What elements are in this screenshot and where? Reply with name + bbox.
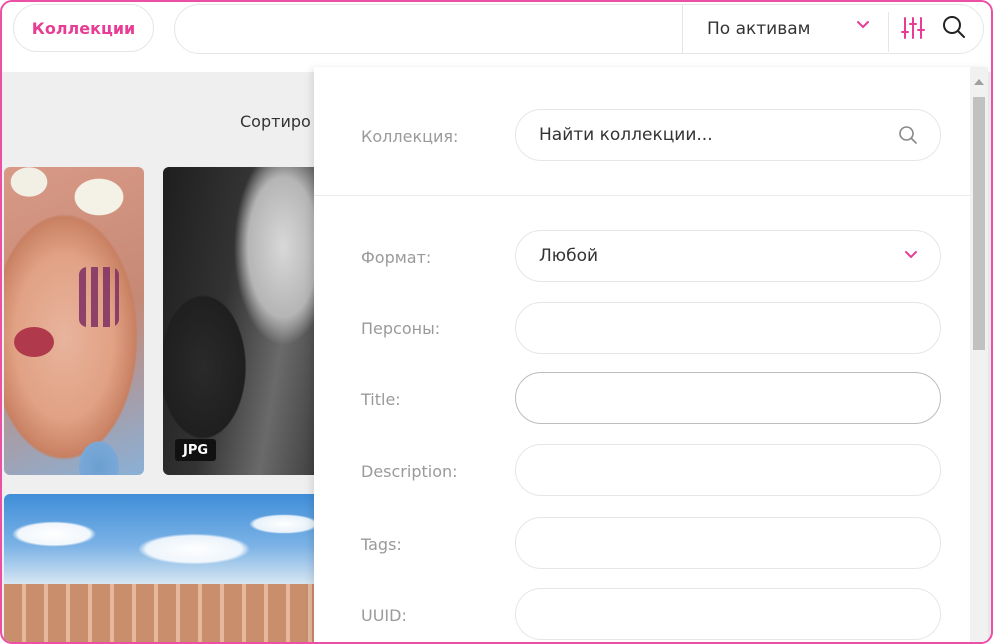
- top-bar: Коллекции По активам: [2, 2, 991, 72]
- persons-field[interactable]: [515, 302, 941, 354]
- scrollbar[interactable]: [970, 67, 988, 642]
- format-select-value: Любой: [539, 246, 599, 266]
- search-icon[interactable]: [942, 15, 966, 39]
- tags-field[interactable]: [515, 517, 941, 569]
- chevron-down-icon: [905, 251, 917, 259]
- app-frame: Коллекции По активам Сортиро JPG Коллекц…: [0, 0, 993, 644]
- asset-card-portrait[interactable]: [4, 167, 144, 475]
- chevron-down-icon: [857, 21, 869, 29]
- format-select[interactable]: Любой: [515, 230, 941, 282]
- filter-sliders-icon[interactable]: [901, 16, 927, 40]
- image-detail: [4, 584, 324, 642]
- filter-panel: Коллекция: Найти коллекции... Формат: Лю…: [314, 67, 988, 642]
- image-detail: [4, 504, 324, 574]
- image-detail: [14, 327, 54, 357]
- search-icon: [899, 126, 917, 144]
- sort-label[interactable]: Сортиро: [240, 112, 311, 131]
- title-label: Title:: [361, 390, 401, 409]
- image-detail: [79, 267, 119, 327]
- description-label: Description:: [361, 462, 458, 481]
- format-badge: JPG: [175, 439, 217, 461]
- collection-search-placeholder: Найти коллекции...: [539, 125, 713, 145]
- description-field[interactable]: [515, 444, 941, 496]
- collections-button-label: Коллекции: [31, 18, 136, 38]
- persons-label: Персоны:: [361, 319, 441, 338]
- title-field[interactable]: [515, 372, 941, 424]
- divider: [888, 12, 889, 52]
- assets-select[interactable]: По активам: [682, 4, 888, 54]
- collection-label: Коллекция:: [361, 127, 459, 146]
- tags-label: Tags:: [361, 535, 402, 554]
- section-divider: [314, 195, 970, 196]
- uuid-label: UUID:: [361, 606, 407, 625]
- collection-search-field[interactable]: Найти коллекции...: [515, 109, 941, 161]
- format-label: Формат:: [361, 248, 432, 267]
- scroll-up-arrow-icon[interactable]: [974, 79, 984, 85]
- uuid-field[interactable]: [515, 588, 941, 640]
- collections-button[interactable]: Коллекции: [13, 4, 154, 52]
- scrollbar-thumb[interactable]: [973, 97, 985, 350]
- asset-card-bw-portrait[interactable]: JPG: [163, 167, 323, 475]
- assets-select-value: По активам: [707, 19, 811, 39]
- asset-card-city[interactable]: [4, 494, 324, 642]
